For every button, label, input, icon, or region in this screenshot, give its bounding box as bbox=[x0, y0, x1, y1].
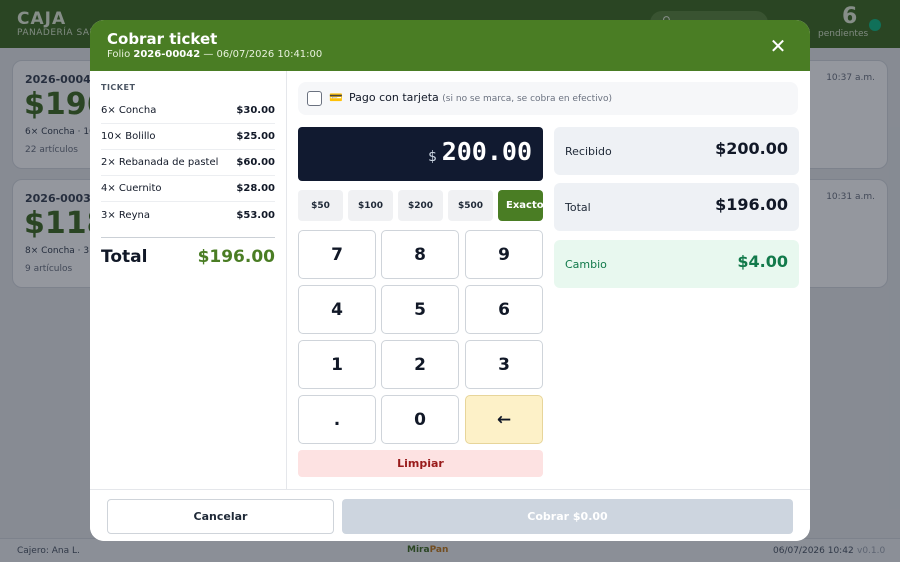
item-price: $28.00 bbox=[236, 183, 275, 194]
payment-modal: Cobrar ticket Folio 2026-00042 — 06/07/2… bbox=[90, 20, 810, 541]
ticket-total-label: Total bbox=[101, 247, 148, 267]
quick-amount-50[interactable]: $50 bbox=[298, 190, 343, 221]
card-payment-checkbox[interactable] bbox=[307, 91, 322, 106]
ticket-label: TICKET bbox=[101, 83, 136, 92]
card-payment-hint: (si no se marca, se cobra en efectivo) bbox=[442, 94, 612, 104]
received-summary: Recibido $200.00 bbox=[554, 127, 799, 175]
total-summary: Total $196.00 bbox=[554, 183, 799, 231]
ticket-panel: TICKET 6× Concha $30.00 10× Bolillo $25.00… bbox=[90, 71, 287, 489]
keypad-8[interactable]: 8 bbox=[381, 230, 459, 279]
folio-datetime: — 06/07/2026 10:41:00 bbox=[203, 49, 323, 60]
item-price: $60.00 bbox=[236, 157, 275, 168]
clear-button[interactable]: Limpiar bbox=[298, 450, 543, 477]
item-name: 4× Cuernito bbox=[101, 183, 162, 194]
keypad-3[interactable]: 3 bbox=[465, 340, 543, 389]
keypad-4[interactable]: 4 bbox=[298, 285, 376, 334]
folio-prefix: Folio bbox=[107, 49, 131, 60]
keypad-2[interactable]: 2 bbox=[381, 340, 459, 389]
card-label-text: Pago con tarjeta bbox=[349, 91, 439, 104]
modal-subtitle: Folio 2026-00042 — 06/07/2026 10:41:00 bbox=[107, 49, 322, 60]
credit-card-icon: 💳 bbox=[329, 91, 343, 104]
keypad-decimal[interactable]: . bbox=[298, 395, 376, 444]
folio-number: 2026-00042 bbox=[133, 49, 201, 60]
total-summary-label: Total bbox=[565, 201, 591, 214]
item-price: $30.00 bbox=[236, 105, 275, 116]
quick-amount-100[interactable]: $100 bbox=[348, 190, 393, 221]
keypad-0[interactable]: 0 bbox=[381, 395, 459, 444]
item-name: 6× Concha bbox=[101, 105, 157, 116]
received-label: Recibido bbox=[565, 145, 612, 158]
card-payment-label: Pago con tarjeta (si no se marca, se cob… bbox=[349, 91, 612, 104]
modal-actions: Cancelar Cobrar $0.00 bbox=[90, 489, 810, 541]
ticket-row: 6× Concha $30.00 bbox=[101, 98, 275, 124]
change-value: $4.00 bbox=[737, 252, 788, 271]
item-price: $53.00 bbox=[236, 209, 275, 221]
ticket-total-value: $196.00 bbox=[197, 247, 275, 267]
quick-amount-500[interactable]: $500 bbox=[448, 190, 493, 221]
item-name: 3× Reyna bbox=[101, 209, 150, 221]
card-payment-toggle[interactable]: 💳 Pago con tarjeta (si no se marca, se c… bbox=[298, 82, 798, 115]
backspace-icon[interactable]: ← bbox=[465, 395, 543, 444]
received-value: $200.00 bbox=[715, 139, 788, 158]
quick-amount-200[interactable]: $200 bbox=[398, 190, 443, 221]
keypad-1[interactable]: 1 bbox=[298, 340, 376, 389]
cancel-button[interactable]: Cancelar bbox=[107, 499, 334, 534]
keypad-7[interactable]: 7 bbox=[298, 230, 376, 279]
ticket-row: 2× Rebanada de pastel $60.00 bbox=[101, 150, 275, 176]
change-label: Cambio bbox=[565, 258, 607, 271]
ticket-row: 4× Cuernito $28.00 bbox=[101, 176, 275, 202]
exact-amount-button[interactable]: Exacto bbox=[498, 190, 543, 221]
item-name: 10× Bolillo bbox=[101, 131, 156, 142]
currency-symbol: $ bbox=[428, 149, 437, 165]
ticket-items: 6× Concha $30.00 10× Bolillo $25.00 2× Reb… bbox=[101, 98, 275, 228]
charge-button[interactable]: Cobrar $0.00 bbox=[342, 499, 793, 534]
ticket-row: 3× Reyna $53.00 bbox=[101, 202, 275, 228]
total-summary-value: $196.00 bbox=[715, 195, 788, 214]
amount-value: 200.00 bbox=[441, 137, 532, 166]
modal-header: Cobrar ticket Folio 2026-00042 — 06/07/2… bbox=[90, 20, 810, 71]
amount-display: $ 200.00 bbox=[298, 127, 543, 181]
keypad-5[interactable]: 5 bbox=[381, 285, 459, 334]
keypad-6[interactable]: 6 bbox=[465, 285, 543, 334]
item-price: $25.00 bbox=[236, 131, 275, 142]
modal-title: Cobrar ticket bbox=[107, 30, 218, 48]
keypad-9[interactable]: 9 bbox=[465, 230, 543, 279]
ticket-row: 10× Bolillo $25.00 bbox=[101, 124, 275, 150]
close-icon[interactable]: ✕ bbox=[764, 32, 792, 60]
change-summary: Cambio $4.00 bbox=[554, 240, 799, 288]
total-divider bbox=[101, 237, 275, 238]
item-name: 2× Rebanada de pastel bbox=[101, 157, 219, 168]
